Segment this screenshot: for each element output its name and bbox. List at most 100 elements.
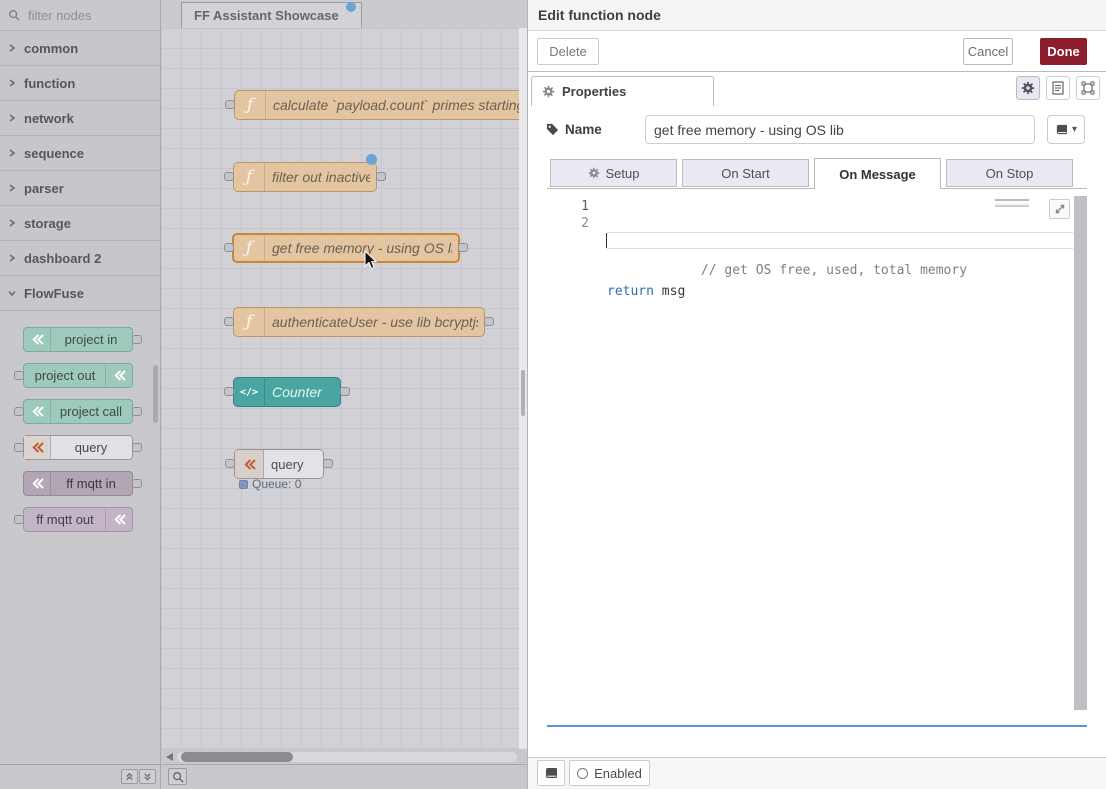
palette-collapse-down-button[interactable]: [139, 769, 156, 784]
name-input[interactable]: [645, 115, 1035, 144]
tab-setup[interactable]: Setup: [550, 159, 677, 187]
chevron-right-icon: [0, 78, 24, 88]
palette-node-project-in[interactable]: project in: [23, 327, 133, 352]
document-icon: [1052, 81, 1064, 95]
tab-on-start[interactable]: On Start: [682, 159, 809, 187]
workspace-vertical-scrollbar[interactable]: [519, 28, 527, 749]
line-number: 1: [547, 198, 603, 215]
palette-category-storage[interactable]: storage: [0, 206, 160, 241]
palette-node-label: ff mqtt out: [24, 508, 106, 531]
mouse-cursor: [364, 250, 378, 270]
node-port-right[interactable]: [484, 317, 494, 326]
cancel-button[interactable]: Cancel: [963, 38, 1013, 65]
flow-node-authenticate-user[interactable]: ƒ authenticateUser - use lib bcryptjs: [233, 307, 485, 337]
function-icon: ƒ: [234, 163, 265, 191]
appearance-view-button[interactable]: [1076, 76, 1100, 100]
palette-node-label: project in: [50, 328, 132, 351]
node-port-right[interactable]: [376, 172, 386, 181]
node-port-right[interactable]: [458, 243, 468, 252]
tab-properties[interactable]: Properties: [531, 76, 714, 106]
palette-node-ff-mqtt-in[interactable]: ff mqtt in: [23, 471, 133, 496]
editor-expand-button[interactable]: [1049, 199, 1070, 219]
palette-collapse-up-button[interactable]: [121, 769, 138, 784]
node-port-left[interactable]: [224, 317, 234, 326]
node-port-right[interactable]: [132, 479, 142, 488]
palette-category-sequence[interactable]: sequence: [0, 136, 160, 171]
editor-code[interactable]: // get OS free, used, total memory retur…: [607, 198, 1073, 334]
palette-category-function[interactable]: function: [0, 66, 160, 101]
node-port-right[interactable]: [323, 459, 333, 468]
flowfuse-logo-icon: [105, 508, 132, 531]
editor-scrollbar[interactable]: [1074, 196, 1087, 710]
search-icon: [8, 9, 20, 21]
node-port-right[interactable]: [132, 443, 142, 452]
expand-icon: [1054, 203, 1066, 215]
node-port-left[interactable]: [14, 371, 24, 380]
category-label: common: [24, 41, 78, 56]
flow-node-query[interactable]: query: [234, 449, 324, 479]
scrollbar-thumb[interactable]: [521, 370, 525, 416]
node-port-right[interactable]: [132, 407, 142, 416]
description-view-button[interactable]: [1046, 76, 1070, 100]
library-button[interactable]: ▾: [1047, 115, 1085, 144]
palette-filter-input[interactable]: [26, 7, 140, 24]
node-port-left[interactable]: [224, 172, 234, 181]
library-export-button[interactable]: [537, 760, 565, 786]
node-port-left[interactable]: [225, 459, 235, 468]
node-port-right[interactable]: [340, 387, 350, 396]
scrollbar-thumb[interactable]: [181, 752, 293, 762]
node-label: Counter: [272, 378, 334, 406]
workspace-horizontal-scrollbar[interactable]: [161, 749, 519, 765]
code-editor[interactable]: 1 2 // get OS free, used, total memory r…: [547, 196, 1087, 727]
node-enabled-toggle[interactable]: Enabled: [569, 760, 650, 786]
flow-node-counter[interactable]: </> Counter: [233, 377, 341, 407]
palette-category-flowfuse[interactable]: FlowFuse: [0, 276, 160, 311]
tray-toolbar: Delete Cancel Done: [528, 31, 1106, 72]
flow-node-get-free-memory[interactable]: ƒ get free memory - using OS lib: [232, 233, 460, 263]
node-port-right[interactable]: [132, 335, 142, 344]
flow-tab[interactable]: FF Assistant Showcase: [181, 2, 362, 28]
gear-icon: [1021, 81, 1035, 95]
palette-scrollbar[interactable]: [153, 365, 158, 423]
tray-tab-bar: Properties: [528, 72, 1106, 106]
flowfuse-logo-icon: [105, 364, 132, 387]
node-port-left[interactable]: [225, 100, 235, 109]
palette-node-ff-mqtt-out[interactable]: ff mqtt out: [23, 507, 133, 532]
palette-category-dashboard2[interactable]: dashboard 2: [0, 241, 160, 276]
tray-header: Edit function node: [528, 0, 1106, 31]
code-line-1: // get OS free, used, total memory: [607, 232, 1073, 249]
node-port-left[interactable]: [224, 387, 234, 396]
properties-view-button[interactable]: [1016, 76, 1040, 100]
text-cursor: [606, 233, 607, 248]
tab-on-message[interactable]: On Message: [814, 158, 941, 189]
node-port-left[interactable]: [14, 443, 24, 452]
scroll-left-arrow-icon[interactable]: [166, 753, 173, 761]
flow-node-calculate-primes[interactable]: ƒ calculate `payload.count` primes start…: [234, 90, 519, 120]
divider: [160, 765, 161, 789]
done-button[interactable]: Done: [1040, 38, 1087, 65]
workspace-zoom-button[interactable]: [168, 768, 187, 785]
tab-properties-label: Properties: [562, 84, 626, 99]
tab-on-message-label: On Message: [839, 167, 916, 182]
palette-node-project-call[interactable]: project call: [23, 399, 133, 424]
node-status: Queue: 0: [239, 477, 301, 491]
tab-on-stop[interactable]: On Stop: [946, 159, 1073, 187]
node-port-left[interactable]: [224, 243, 234, 252]
delete-button[interactable]: Delete: [537, 38, 599, 65]
flow-node-filter-out-inactive[interactable]: ƒ filter out inactive: [233, 162, 377, 192]
node-port-left[interactable]: [14, 515, 24, 524]
palette-search[interactable]: [0, 0, 160, 31]
palette-category-network[interactable]: network: [0, 101, 160, 136]
category-label: dashboard 2: [24, 251, 101, 266]
enabled-label: Enabled: [594, 766, 642, 781]
flow-canvas[interactable]: ƒ calculate `payload.count` primes start…: [161, 28, 519, 749]
line-number: 2: [547, 215, 603, 232]
palette-node-project-out[interactable]: project out: [23, 363, 133, 388]
node-port-left[interactable]: [14, 407, 24, 416]
flowfuse-logo-icon: [24, 436, 51, 459]
palette-category-common[interactable]: common: [0, 31, 160, 66]
palette-node-query[interactable]: query: [23, 435, 133, 460]
palette-category-parser[interactable]: parser: [0, 171, 160, 206]
node-status-text: Queue: 0: [252, 477, 301, 491]
template-icon: </>: [234, 378, 265, 406]
